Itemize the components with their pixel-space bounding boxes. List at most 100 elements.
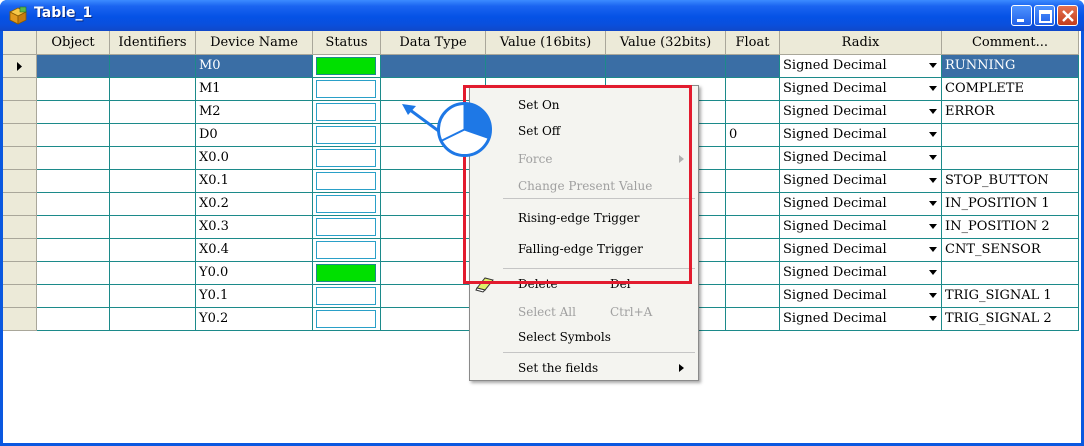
column-header-data-type[interactable]: Data Type — [381, 31, 486, 55]
dropdown-arrow-icon[interactable] — [929, 132, 937, 137]
dropdown-arrow-icon[interactable] — [929, 201, 937, 206]
object-cell[interactable] — [37, 78, 110, 101]
status-cell[interactable] — [313, 147, 381, 170]
float-cell[interactable] — [726, 147, 780, 170]
row-header[interactable] — [3, 285, 37, 308]
float-cell[interactable]: 0 — [726, 124, 780, 147]
status-cell[interactable] — [313, 170, 381, 193]
status-cell[interactable] — [313, 262, 381, 285]
identifiers-cell[interactable] — [110, 55, 196, 78]
identifiers-cell[interactable] — [110, 193, 196, 216]
float-cell[interactable] — [726, 216, 780, 239]
float-cell[interactable] — [726, 193, 780, 216]
dropdown-arrow-icon[interactable] — [929, 63, 937, 68]
menu-item-select-symbols[interactable]: Select Symbols — [470, 325, 698, 349]
radix-select[interactable]: Signed Decimal — [780, 262, 942, 285]
object-cell[interactable] — [37, 262, 110, 285]
object-cell[interactable] — [37, 193, 110, 216]
comment-cell[interactable]: COMPLETE — [942, 78, 1079, 101]
float-cell[interactable] — [726, 262, 780, 285]
status-cell[interactable] — [313, 193, 381, 216]
radix-select[interactable]: Signed Decimal — [780, 216, 942, 239]
column-header-value-32bits[interactable]: Value (32bits) — [606, 31, 726, 55]
float-cell[interactable] — [726, 239, 780, 262]
row-header[interactable] — [3, 124, 37, 147]
row-header[interactable] — [3, 147, 37, 170]
dropdown-arrow-icon[interactable] — [929, 109, 937, 114]
identifiers-cell[interactable] — [110, 308, 196, 331]
status-cell[interactable] — [313, 239, 381, 262]
device-name-cell[interactable]: X0.3 — [196, 216, 313, 239]
float-cell[interactable] — [726, 101, 780, 124]
column-header-float[interactable]: Float — [726, 31, 780, 55]
object-cell[interactable] — [37, 101, 110, 124]
object-cell[interactable] — [37, 308, 110, 331]
row-header[interactable] — [3, 101, 37, 124]
dropdown-arrow-icon[interactable] — [929, 247, 937, 252]
comment-cell[interactable]: ERROR — [942, 101, 1079, 124]
device-name-cell[interactable]: M1 — [196, 78, 313, 101]
float-cell[interactable] — [726, 78, 780, 101]
object-cell[interactable] — [37, 285, 110, 308]
device-name-cell[interactable]: Y0.2 — [196, 308, 313, 331]
row-header[interactable] — [3, 193, 37, 216]
identifiers-cell[interactable] — [110, 216, 196, 239]
comment-cell[interactable]: STOP_BUTTON — [942, 170, 1079, 193]
object-cell[interactable] — [37, 124, 110, 147]
status-cell[interactable] — [313, 216, 381, 239]
radix-select[interactable]: Signed Decimal — [780, 55, 942, 78]
status-cell[interactable] — [313, 308, 381, 331]
row-header[interactable] — [3, 216, 37, 239]
object-cell[interactable] — [37, 147, 110, 170]
minimize-button[interactable] — [1011, 5, 1032, 26]
float-cell[interactable] — [726, 308, 780, 331]
dropdown-arrow-icon[interactable] — [929, 224, 937, 229]
device-name-cell[interactable]: X0.1 — [196, 170, 313, 193]
radix-select[interactable]: Signed Decimal — [780, 101, 942, 124]
float-cell[interactable] — [726, 55, 780, 78]
identifiers-cell[interactable] — [110, 78, 196, 101]
v32-cell[interactable] — [606, 55, 726, 78]
column-header-device-name[interactable]: Device Name — [196, 31, 313, 55]
object-cell[interactable] — [37, 239, 110, 262]
row-header[interactable] — [3, 170, 37, 193]
column-header-comment[interactable]: Comment... — [942, 31, 1079, 55]
radix-select[interactable]: Signed Decimal — [780, 308, 942, 331]
status-cell[interactable] — [313, 285, 381, 308]
comment-cell[interactable]: CNT_SENSOR — [942, 239, 1079, 262]
comment-cell[interactable]: IN_POSITION 1 — [942, 193, 1079, 216]
identifiers-cell[interactable] — [110, 239, 196, 262]
device-name-cell[interactable]: M0 — [196, 55, 313, 78]
radix-select[interactable]: Signed Decimal — [780, 193, 942, 216]
comment-cell[interactable] — [942, 262, 1079, 285]
float-cell[interactable] — [726, 170, 780, 193]
menu-item-set-the-fields[interactable]: Set the fields — [470, 356, 698, 380]
device-name-cell[interactable]: Y0.0 — [196, 262, 313, 285]
row-header[interactable] — [3, 78, 37, 101]
radix-select[interactable]: Signed Decimal — [780, 78, 942, 101]
object-cell[interactable] — [37, 55, 110, 78]
identifiers-cell[interactable] — [110, 170, 196, 193]
device-name-cell[interactable]: X0.2 — [196, 193, 313, 216]
close-button[interactable] — [1057, 5, 1078, 26]
radix-select[interactable]: Signed Decimal — [780, 124, 942, 147]
comment-cell[interactable]: RUNNING — [942, 55, 1079, 78]
device-name-cell[interactable]: X0.4 — [196, 239, 313, 262]
column-header-object[interactable]: Object — [37, 31, 110, 55]
identifiers-cell[interactable] — [110, 262, 196, 285]
radix-select[interactable]: Signed Decimal — [780, 170, 942, 193]
row-header[interactable] — [3, 308, 37, 331]
column-header-value-16bits[interactable]: Value (16bits) — [486, 31, 606, 55]
row-header[interactable] — [3, 55, 37, 78]
comment-cell[interactable]: TRIG_SIGNAL 1 — [942, 285, 1079, 308]
float-cell[interactable] — [726, 285, 780, 308]
comment-cell[interactable]: IN_POSITION 2 — [942, 216, 1079, 239]
radix-select[interactable]: Signed Decimal — [780, 239, 942, 262]
row-header[interactable] — [3, 239, 37, 262]
dropdown-arrow-icon[interactable] — [929, 86, 937, 91]
status-cell[interactable] — [313, 55, 381, 78]
comment-cell[interactable]: TRIG_SIGNAL 2 — [942, 308, 1079, 331]
identifiers-cell[interactable] — [110, 124, 196, 147]
status-cell[interactable] — [313, 124, 381, 147]
device-name-cell[interactable]: M2 — [196, 101, 313, 124]
